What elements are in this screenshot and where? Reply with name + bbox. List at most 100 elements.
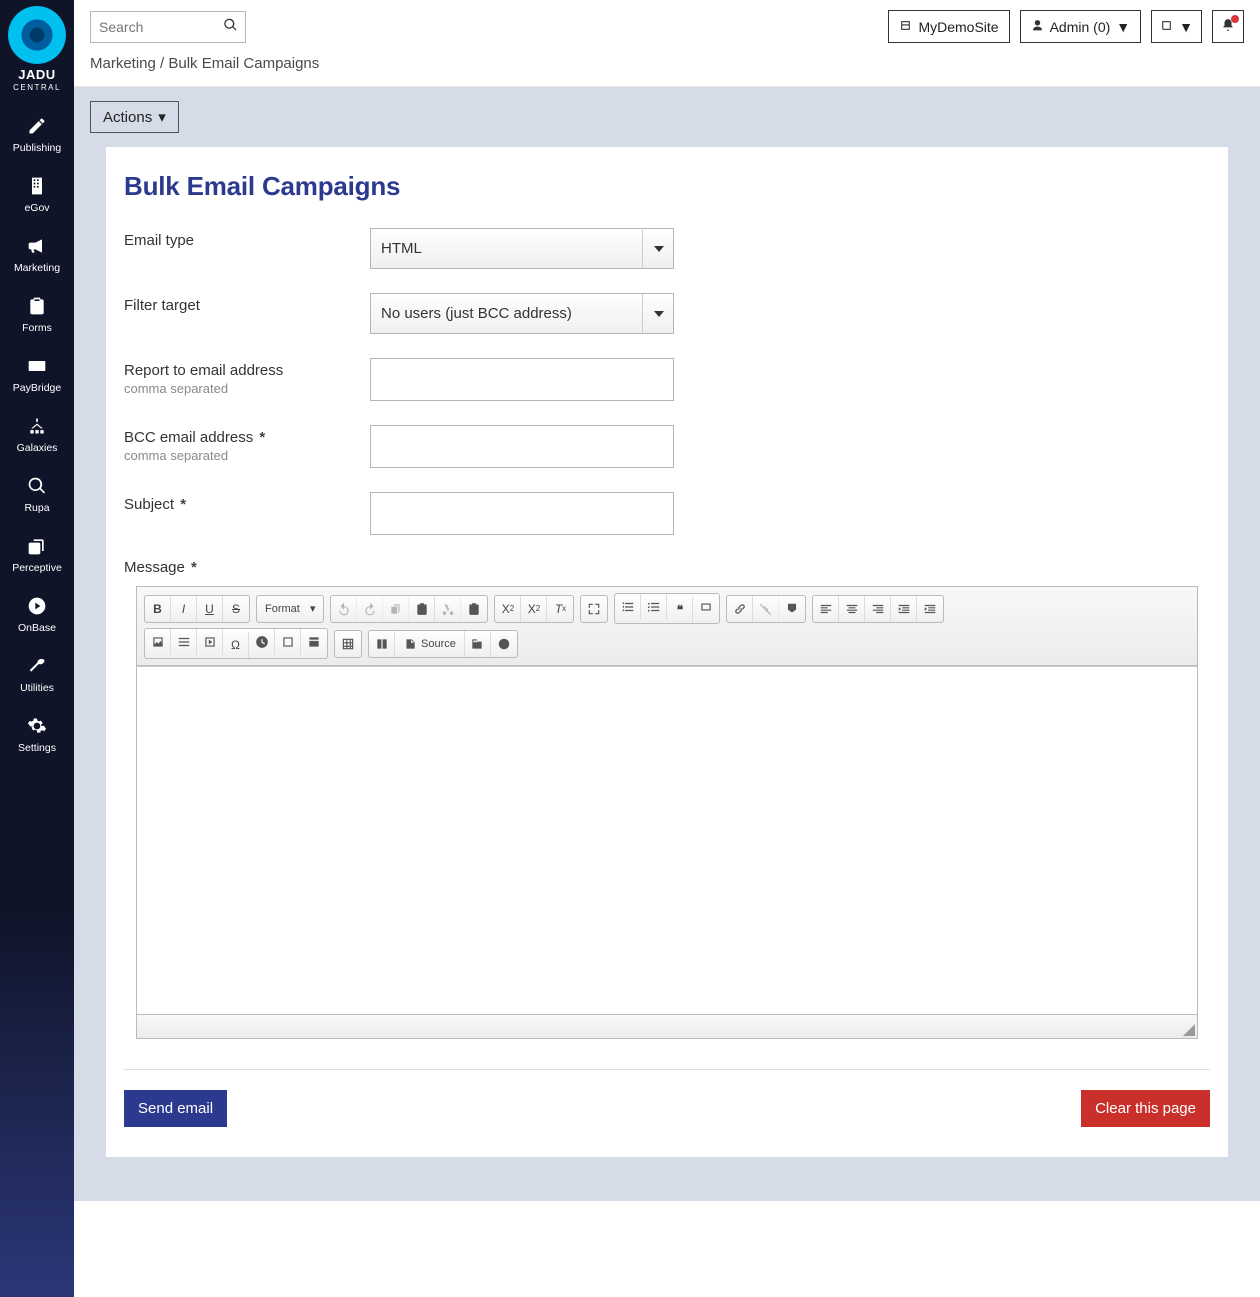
breadcrumb: Marketing / Bulk Email Campaigns <box>74 49 1260 87</box>
format-select[interactable]: Format ▾ <box>257 596 323 622</box>
table-button[interactable] <box>335 631 361 657</box>
pencil-icon <box>0 116 74 138</box>
bullhorn-icon <box>0 236 74 258</box>
maximize-button[interactable] <box>581 596 607 622</box>
module-menu-button[interactable]: ▼ <box>1151 10 1202 43</box>
template-button[interactable] <box>301 629 327 655</box>
undo-button[interactable] <box>331 596 357 622</box>
paste-text-button[interactable] <box>461 596 487 622</box>
italic-button[interactable]: I <box>171 596 197 622</box>
image-button[interactable] <box>145 629 171 655</box>
underline-button[interactable]: U <box>197 596 223 622</box>
brand-name: JADU <box>0 68 74 81</box>
rich-text-editor: B I U S Format ▾ X2 <box>136 586 1198 1039</box>
sidebar-item-label: Galaxies <box>0 442 74 454</box>
wrench-icon <box>0 656 74 678</box>
align-right-button[interactable] <box>865 596 891 622</box>
sidebar-item-egov[interactable]: eGov <box>0 162 74 222</box>
redo-button[interactable] <box>357 596 383 622</box>
sidebar-item-onbase[interactable]: OnBase <box>0 582 74 642</box>
paste-button[interactable] <box>409 596 435 622</box>
sidebar-item-utilities[interactable]: Utilities <box>0 642 74 702</box>
brand-logo[interactable]: JADU CENTRAL <box>0 0 74 102</box>
sidebar-item-paybridge[interactable]: PayBridge <box>0 342 74 402</box>
sidebar-item-label: Perceptive <box>0 562 74 574</box>
outdent-button[interactable] <box>891 596 917 622</box>
email-type-label: Email type <box>124 232 370 249</box>
clock-icon[interactable] <box>249 629 275 655</box>
play-circle-icon <box>0 596 74 618</box>
sidebar-item-label: PayBridge <box>0 382 74 394</box>
book-icon <box>1160 19 1173 35</box>
bullet-list-button[interactable] <box>641 594 667 620</box>
gear-icon <box>0 716 74 738</box>
search-icon <box>0 476 74 498</box>
sidebar-item-label: Publishing <box>0 142 74 154</box>
widget-button[interactable] <box>275 629 301 655</box>
remove-format-button[interactable]: Tx <box>547 596 573 622</box>
site-selector-button[interactable]: MyDemoSite <box>888 10 1009 43</box>
breadcrumb-parent[interactable]: Marketing <box>90 55 156 72</box>
indent-button[interactable] <box>917 596 943 622</box>
caret-down-icon: ▼ <box>1116 19 1130 35</box>
building-icon <box>0 176 74 198</box>
video-button[interactable] <box>197 629 223 655</box>
clear-page-button[interactable]: Clear this page <box>1081 1090 1210 1127</box>
report-to-input[interactable] <box>370 358 674 401</box>
email-type-select[interactable]: HTML <box>370 228 674 269</box>
sitemap-icon <box>0 416 74 438</box>
numbered-list-button[interactable] <box>615 594 641 620</box>
admin-menu-button[interactable]: Admin (0) ▼ <box>1020 10 1142 43</box>
bold-button[interactable]: B <box>145 596 171 622</box>
sidebar-item-publishing[interactable]: Publishing <box>0 102 74 162</box>
subject-label: Subject * <box>124 496 370 513</box>
message-label: Message * <box>124 559 197 576</box>
send-email-button[interactable]: Send email <box>124 1090 227 1127</box>
editor-body[interactable] <box>137 666 1197 1014</box>
sidebar-item-rupa[interactable]: Rupa <box>0 462 74 522</box>
blockquote-button[interactable]: ❝ <box>667 597 693 623</box>
source-button[interactable]: Source <box>395 631 465 657</box>
report-to-hint: comma separated <box>124 381 370 396</box>
align-center-button[interactable] <box>839 596 865 622</box>
accessibility-button[interactable] <box>491 631 517 657</box>
report-to-label: Report to email address <box>124 362 370 379</box>
snippet-button[interactable] <box>369 631 395 657</box>
superscript-button[interactable]: X2 <box>521 596 547 622</box>
language-button[interactable] <box>465 631 491 657</box>
toolbar: Actions ▾ Bulk Email Campaigns Email typ… <box>74 87 1260 1201</box>
copy-button[interactable] <box>383 596 409 622</box>
sidebar-item-galaxies[interactable]: Galaxies <box>0 402 74 462</box>
bcc-input[interactable] <box>370 425 674 468</box>
anchor-button[interactable] <box>779 596 805 622</box>
link-button[interactable] <box>727 596 753 622</box>
special-char-button[interactable]: Ω <box>223 632 249 658</box>
sidebar-item-forms[interactable]: Forms <box>0 282 74 342</box>
strike-button[interactable]: S <box>223 596 249 622</box>
filter-target-label: Filter target <box>124 297 370 314</box>
actions-button[interactable]: Actions ▾ <box>90 101 179 133</box>
topbar: MyDemoSite Admin (0) ▼ ▼ <box>74 0 1260 50</box>
align-left-button[interactable] <box>813 596 839 622</box>
site-name: MyDemoSite <box>918 19 998 35</box>
hr-button[interactable] <box>171 629 197 655</box>
resize-handle[interactable] <box>1183 1024 1195 1036</box>
logo-icon <box>8 6 66 64</box>
div-button[interactable] <box>693 594 719 620</box>
unlink-button[interactable] <box>753 596 779 622</box>
sidebar-item-label: Settings <box>0 742 74 754</box>
card-icon <box>0 356 74 378</box>
sidebar-item-marketing[interactable]: Marketing <box>0 222 74 282</box>
subscript-button[interactable]: X2 <box>495 596 521 622</box>
search-icon[interactable] <box>223 17 238 36</box>
main-panel: Bulk Email Campaigns Email type HTML Fil… <box>106 147 1228 1157</box>
notifications-button[interactable] <box>1212 10 1244 43</box>
clipboard-icon <box>0 296 74 318</box>
subject-input[interactable] <box>370 492 674 535</box>
cut-button[interactable] <box>435 596 461 622</box>
admin-label: Admin (0) <box>1050 19 1111 35</box>
sidebar-item-perceptive[interactable]: Perceptive <box>0 522 74 582</box>
sidebar-item-settings[interactable]: Settings <box>0 702 74 762</box>
editor-toolbar: B I U S Format ▾ X2 <box>137 587 1197 666</box>
filter-target-select[interactable]: No users (just BCC address) <box>370 293 674 334</box>
